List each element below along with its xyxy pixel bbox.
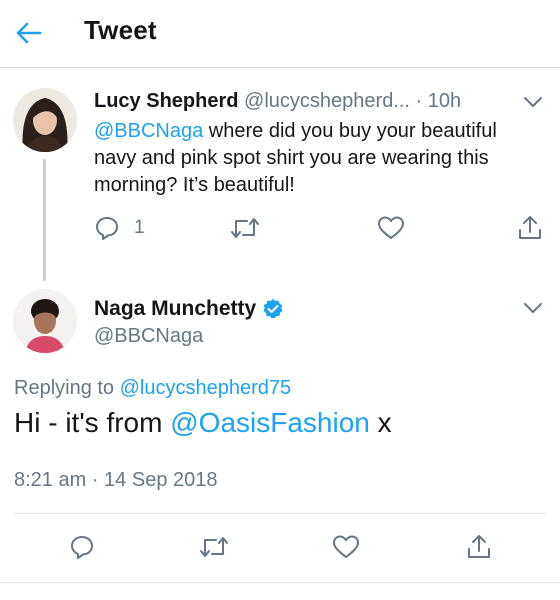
- bottom-divider: [0, 582, 560, 583]
- reply-icon: [96, 217, 118, 240]
- mention-link[interactable]: @BBCNaga: [94, 120, 203, 142]
- dot-separator: ·: [415, 90, 423, 112]
- tweet-timestamp: 8:21 am · 14 Sep 2018: [14, 469, 217, 492]
- retweet-button[interactable]: [230, 215, 260, 241]
- page-title: Tweet: [84, 15, 157, 45]
- main-tweet-menu-button[interactable]: [519, 294, 547, 322]
- share-button[interactable]: [466, 533, 492, 561]
- share-icon: [519, 216, 541, 239]
- main-tweet-author: Naga Munchetty: [94, 297, 284, 321]
- reply-count: 1: [134, 217, 145, 238]
- back-button[interactable]: [12, 16, 46, 50]
- chevron-down-icon: [524, 97, 542, 107]
- avatar-naga-munchetty[interactable]: [13, 289, 77, 353]
- replying-to-link[interactable]: @lucycshepherd75: [120, 377, 292, 399]
- chevron-down-icon: [524, 303, 542, 313]
- heart-icon: [378, 216, 404, 239]
- reply-button[interactable]: 1: [94, 215, 145, 241]
- dot-separator: ·: [86, 469, 105, 491]
- retweet-icon: [200, 537, 228, 557]
- tweet-age[interactable]: 10h: [428, 90, 461, 112]
- verified-badge-icon: [263, 299, 283, 319]
- share-button[interactable]: [517, 214, 543, 242]
- mention-link[interactable]: @OasisFashion: [170, 407, 370, 438]
- parent-tweet-text: @BBCNaga where did you buy your beautifu…: [94, 118, 544, 199]
- like-button[interactable]: [377, 215, 405, 241]
- retweet-icon: [231, 218, 259, 238]
- parent-tweet-menu-button[interactable]: [519, 88, 547, 116]
- back-arrow-icon: [16, 22, 42, 44]
- replying-prefix: Replying to: [14, 377, 120, 399]
- like-button[interactable]: [332, 534, 360, 560]
- author-handle[interactable]: @lucycshepherd...: [244, 90, 410, 112]
- tweet-date: 14 Sep 2018: [104, 469, 218, 491]
- reply-button[interactable]: [69, 534, 95, 560]
- main-tweet-body-start: Hi - it's from: [14, 407, 171, 438]
- main-tweet-body-end: x: [369, 407, 392, 438]
- thread-connector: [43, 159, 46, 281]
- author-handle[interactable]: @BBCNaga: [94, 325, 203, 348]
- retweet-button[interactable]: [199, 534, 229, 560]
- tweet-time: 8:21 am: [14, 469, 87, 491]
- share-icon: [468, 535, 490, 558]
- avatar-lucy-shepherd[interactable]: [13, 88, 77, 152]
- parent-tweet-header: Lucy Shepherd @lucycshepherd... · 10h: [94, 90, 461, 113]
- author-name[interactable]: Lucy Shepherd: [94, 90, 238, 112]
- main-tweet-text: Hi - it's from @OasisFashion x: [14, 407, 392, 439]
- reply-icon: [71, 536, 93, 559]
- replying-to-line: Replying to @lucycshepherd75: [14, 377, 291, 400]
- top-bar: Tweet: [0, 0, 560, 68]
- divider: [14, 513, 546, 514]
- author-name[interactable]: Naga Munchetty: [94, 297, 256, 321]
- heart-icon: [333, 535, 359, 558]
